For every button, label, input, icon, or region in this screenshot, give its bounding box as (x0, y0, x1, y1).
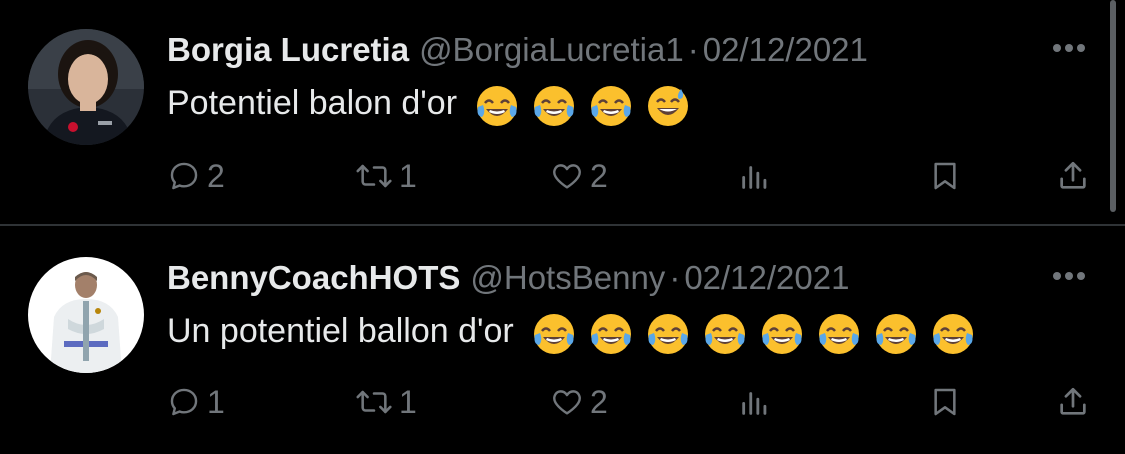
retweet-icon (356, 164, 392, 188)
avatar[interactable] (28, 29, 144, 145)
share-icon (1060, 387, 1086, 415)
retweet-button[interactable]: 1 (355, 380, 417, 424)
like-button[interactable]: 2 (550, 154, 608, 198)
reply-button[interactable]: 2 (167, 154, 225, 198)
tweet-text-content: Potentiel balon d'or (167, 84, 458, 122)
share-icon (1060, 161, 1086, 189)
tweet[interactable]: Borgia Lucretia @BorgiaLucretia1 · 02/12/20… (0, 0, 1125, 226)
face-with-tears-of-joy-icon (534, 314, 575, 355)
reply-icon (170, 388, 198, 416)
heart-icon (553, 390, 581, 415)
face-with-tears-of-joy-icon (591, 314, 632, 355)
emoji-row (474, 81, 702, 129)
separator: · (687, 31, 699, 68)
like-count: 2 (590, 384, 608, 420)
reply-count: 1 (207, 384, 225, 420)
tweet[interactable]: BennyCoachHOTS @HotsBenny · 02/12/2021 Un p… (0, 226, 1125, 454)
bookmark-button[interactable] (929, 154, 961, 198)
tweet-text: Potentiel balon d'or (167, 80, 702, 129)
separator: · (669, 259, 681, 296)
tweet-text-content: Un potentiel ballon d'or (167, 312, 514, 350)
bookmark-icon (934, 388, 956, 416)
like-button[interactable]: 2 (550, 380, 608, 424)
face-with-tears-of-joy-icon (876, 314, 917, 355)
reply-count: 2 (207, 158, 225, 194)
author-handle[interactable]: @BorgiaLucretia1 (419, 31, 684, 68)
author-name[interactable]: Borgia Lucretia (167, 31, 409, 68)
like-count: 2 (590, 158, 608, 194)
tweet-date[interactable]: 02/12/2021 (703, 31, 868, 68)
tweet-actions: 1 1 2 (0, 380, 1125, 424)
retweet-icon (356, 390, 392, 414)
more-options-icon[interactable] (1053, 44, 1085, 54)
face-with-tears-of-joy-icon (933, 314, 974, 355)
author-name[interactable]: BennyCoachHOTS (167, 259, 460, 296)
heart-icon (553, 164, 581, 189)
analytics-icon (742, 392, 767, 415)
retweet-count: 1 (399, 384, 417, 420)
reply-icon (170, 162, 198, 190)
emoji-row (531, 309, 987, 357)
retweet-button[interactable]: 1 (355, 154, 417, 198)
share-button[interactable] (1056, 154, 1090, 198)
bookmark-icon (934, 162, 956, 190)
retweet-count: 1 (399, 158, 417, 194)
bookmark-button[interactable] (929, 380, 961, 424)
face-with-tears-of-joy-icon (477, 86, 518, 127)
face-with-tears-of-joy-icon (648, 314, 689, 355)
scrollbar[interactable] (1110, 0, 1116, 212)
more-options-icon[interactable] (1053, 272, 1085, 282)
views-button[interactable] (738, 154, 772, 198)
tweet-header: Borgia Lucretia @BorgiaLucretia1 · 02/12/20… (167, 28, 868, 72)
views-button[interactable] (738, 380, 772, 424)
avatar[interactable] (28, 257, 144, 373)
face-with-tears-of-joy-icon (762, 314, 803, 355)
share-button[interactable] (1056, 380, 1090, 424)
face-with-tears-of-joy-icon (819, 314, 860, 355)
analytics-icon (742, 166, 767, 189)
face-with-tears-of-joy-icon (705, 314, 746, 355)
tweet-feed: Borgia Lucretia @BorgiaLucretia1 · 02/12/20… (0, 0, 1125, 454)
tweet-text: Un potentiel ballon d'or (167, 308, 987, 357)
reply-button[interactable]: 1 (167, 380, 225, 424)
tweet-actions: 2 1 2 (0, 154, 1125, 198)
tweet-date[interactable]: 02/12/2021 (684, 259, 849, 296)
face-with-tears-of-joy-icon (534, 86, 575, 127)
face-with-tears-of-joy-icon (591, 86, 632, 127)
tweet-header: BennyCoachHOTS @HotsBenny · 02/12/2021 (167, 256, 849, 300)
author-handle[interactable]: @HotsBenny (470, 259, 665, 296)
grinning-face-with-sweat-icon (648, 86, 689, 127)
